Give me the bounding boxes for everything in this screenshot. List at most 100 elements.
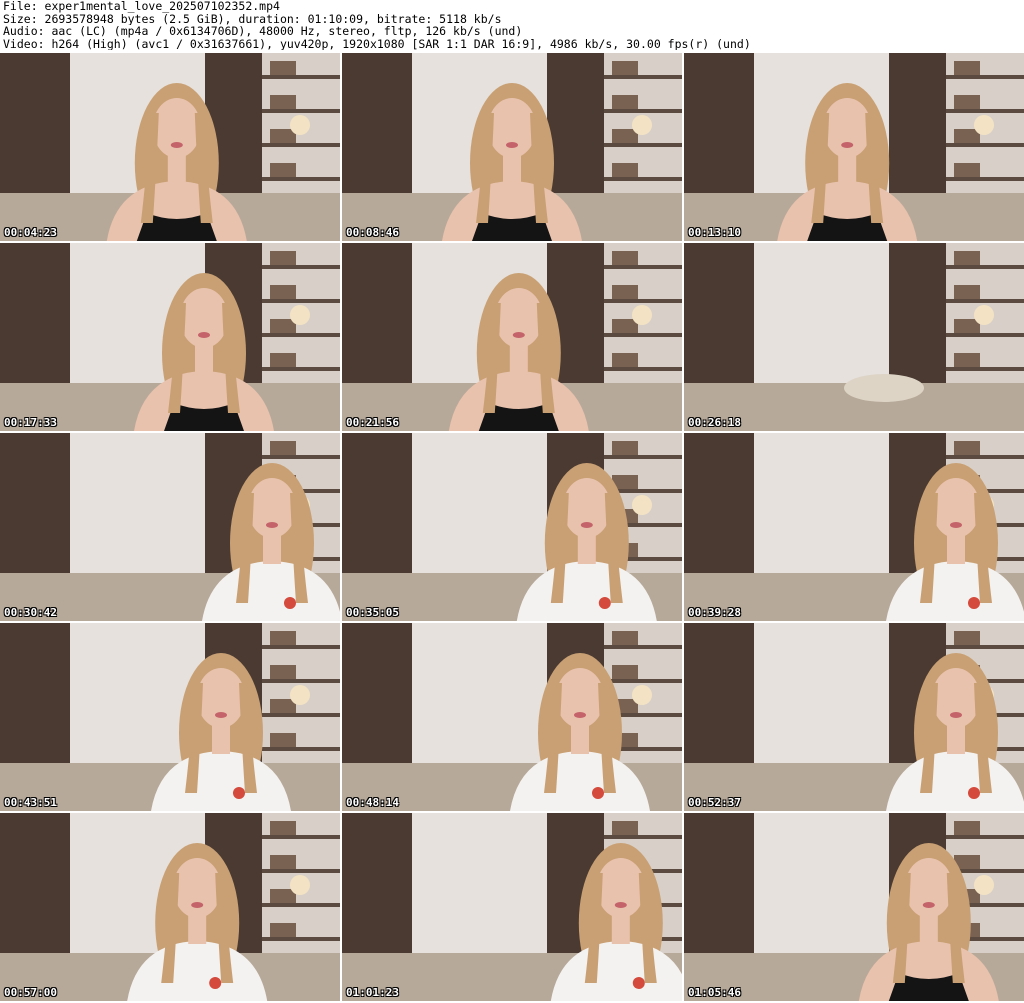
bookshelf-plank — [262, 75, 340, 79]
books — [954, 441, 980, 455]
lamp — [632, 305, 652, 325]
dark-curtain-left — [342, 433, 412, 583]
thumbnail-timestamp: 00:43:51 — [4, 796, 57, 809]
lips — [614, 902, 627, 908]
books — [270, 285, 296, 299]
video-info-line: Video: h264 (High) (avc1 / 0x31637661), … — [3, 37, 751, 50]
thumbnail-timestamp: 01:01:23 — [346, 986, 399, 999]
bookshelf-plank — [604, 177, 682, 181]
dark-curtain-left — [0, 813, 70, 963]
lamp — [290, 305, 310, 325]
thumbnail-timestamp: 00:04:23 — [4, 226, 57, 239]
thumbnail-grid: 00:04:23 00:08:46 00:13:10 00:17:33 00:21:56… — [0, 53, 1024, 1003]
dark-curtain-left — [342, 813, 412, 963]
bookshelf-plank — [604, 299, 682, 303]
thumbnail-timestamp: 00:39:28 — [688, 606, 741, 619]
sheer-curtain — [412, 433, 562, 583]
books — [612, 163, 638, 177]
dark-curtain-right — [547, 53, 607, 203]
bookshelf-plank — [262, 265, 340, 269]
sheer-curtain — [754, 623, 904, 773]
bookshelf-plank — [946, 177, 1024, 181]
sheer-curtain — [754, 433, 904, 583]
bookshelf-plank — [946, 299, 1024, 303]
dark-curtain-left — [684, 243, 754, 393]
shirt-logo-icon — [632, 977, 645, 989]
books — [612, 95, 638, 109]
bookshelf-plank — [262, 143, 340, 147]
video-thumbnail: 00:26:18 — [684, 243, 1024, 431]
bookshelf-plank — [604, 835, 682, 839]
shirt-logo-icon — [968, 597, 980, 609]
thumbnail-timestamp: 00:35:05 — [346, 606, 399, 619]
thumbnail-scene — [342, 433, 682, 621]
video-thumbnail: 00:57:00 — [0, 813, 340, 1001]
video-thumbnail: 00:21:56 — [342, 243, 682, 431]
video-thumbnail: 00:13:10 — [684, 53, 1024, 241]
books — [612, 353, 638, 367]
books — [270, 95, 296, 109]
bookshelf-plank — [946, 143, 1024, 147]
thumbnail-scene — [342, 813, 682, 1001]
bookshelf-plank — [262, 713, 340, 717]
face — [596, 858, 645, 918]
books — [954, 61, 980, 75]
thumbnail-timestamp: 00:17:33 — [4, 416, 57, 429]
thumbnail-timestamp: 00:21:56 — [346, 416, 399, 429]
lips — [574, 712, 586, 718]
bookshelf-plank — [604, 143, 682, 147]
thumbnail-timestamp: 00:30:42 — [4, 606, 57, 619]
lips — [922, 902, 935, 908]
lamp — [290, 685, 310, 705]
thumbnail-timestamp: 00:57:00 — [4, 986, 57, 999]
bookshelf-plank — [946, 645, 1024, 649]
bookshelf-plank — [946, 367, 1024, 371]
dark-curtain-right — [889, 243, 949, 393]
sheer-curtain — [70, 433, 220, 583]
video-thumbnail: 00:30:42 — [0, 433, 340, 621]
face — [173, 858, 222, 918]
books — [612, 631, 638, 645]
books — [612, 285, 638, 299]
lamp — [632, 495, 652, 515]
lamp — [974, 115, 994, 135]
bookshelf-plank — [604, 75, 682, 79]
bookshelf-plank — [262, 455, 340, 459]
video-thumbnail: 00:48:14 — [342, 623, 682, 811]
lamp — [290, 115, 310, 135]
books — [954, 163, 980, 177]
thumbnail-scene — [342, 243, 682, 431]
thumbnail-scene — [684, 813, 1024, 1001]
bookshelf-plank — [262, 679, 340, 683]
bookshelf-plank — [946, 455, 1024, 459]
face — [562, 478, 611, 538]
books — [270, 821, 296, 835]
dark-curtain-left — [684, 813, 754, 963]
books — [612, 441, 638, 455]
thumbnail-scene — [684, 433, 1024, 621]
books — [954, 95, 980, 109]
thumbnail-timestamp: 00:48:14 — [346, 796, 399, 809]
dark-curtain-left — [0, 53, 70, 203]
thumbnail-scene — [0, 623, 340, 811]
lips — [215, 712, 227, 718]
shirt-logo-icon — [592, 787, 604, 799]
books — [270, 353, 296, 367]
sheer-curtain — [412, 813, 562, 963]
thumbnail-scene — [0, 243, 340, 431]
face — [152, 98, 201, 158]
dark-curtain-left — [684, 623, 754, 773]
lips — [170, 142, 183, 148]
bookshelf-plank — [604, 265, 682, 269]
bookshelf-plank — [262, 835, 340, 839]
dark-curtain-right — [889, 53, 949, 203]
dark-curtain-left — [0, 623, 70, 773]
face — [488, 98, 536, 158]
books — [954, 353, 980, 367]
shirt-logo-icon — [284, 597, 296, 609]
books — [612, 61, 638, 75]
face — [494, 288, 543, 348]
lamp — [632, 115, 652, 135]
video-thumbnail: 00:17:33 — [0, 243, 340, 431]
dark-curtain-left — [684, 53, 754, 203]
